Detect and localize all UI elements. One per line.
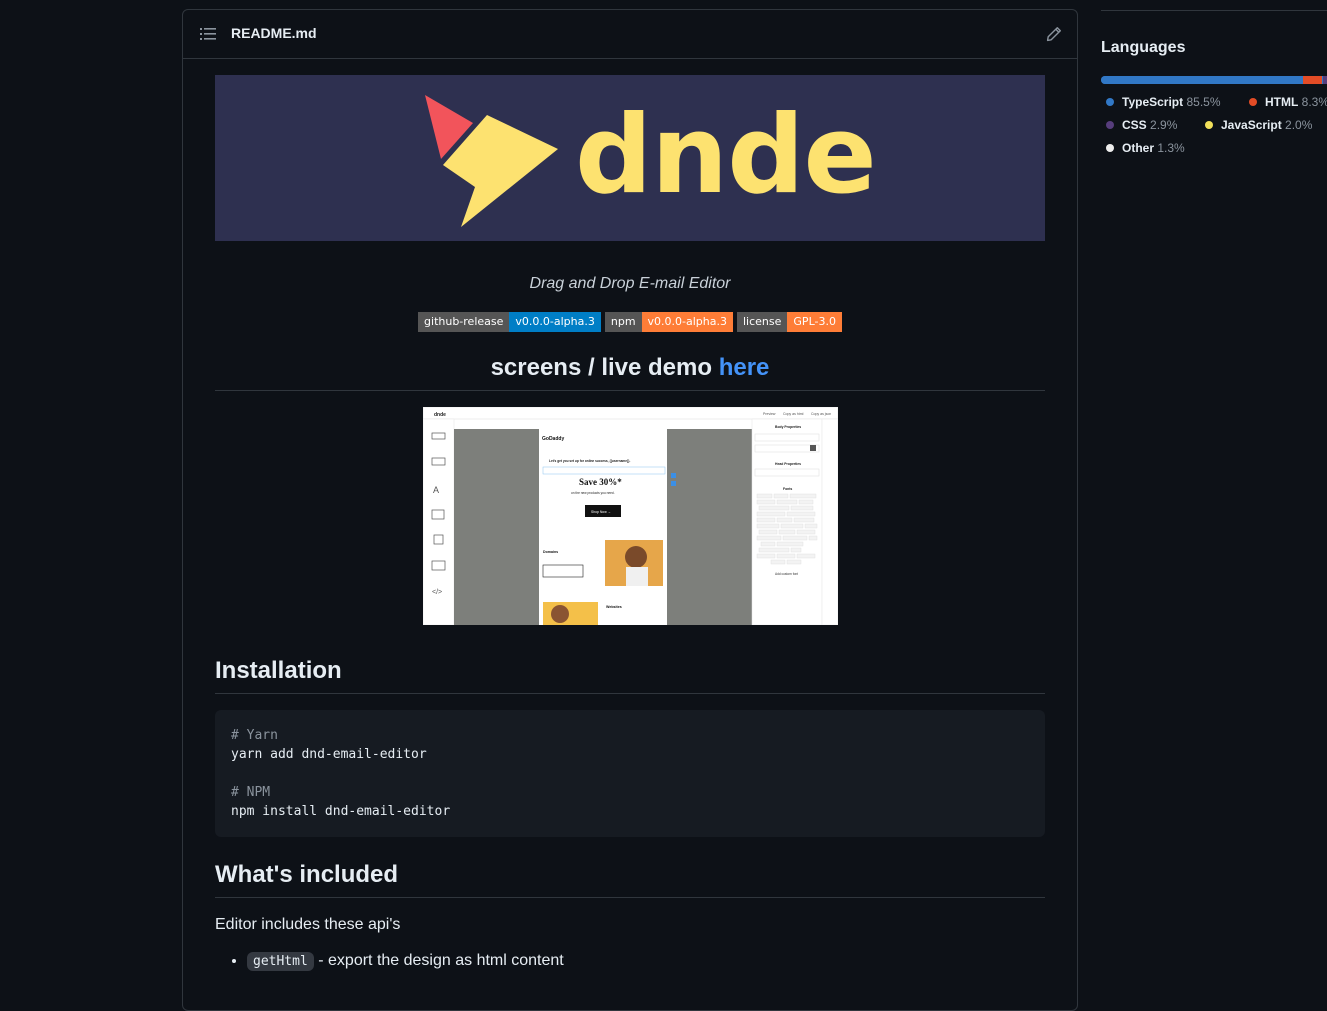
svg-text:Websites: Websites bbox=[606, 605, 622, 609]
badge-row: github-release v0.0.0-alpha.3 npm v0.0.0-a… bbox=[215, 312, 1045, 332]
svg-text:on the new products you need.: on the new products you need. bbox=[571, 491, 615, 495]
demo-link[interactable]: here bbox=[719, 354, 770, 381]
dnde-logo-mark-icon bbox=[425, 95, 558, 227]
api-list: getHtml - export the design as html cont… bbox=[215, 952, 1045, 971]
included-intro: Editor includes these api's bbox=[215, 916, 401, 933]
svg-text:Domains: Domains bbox=[543, 550, 558, 554]
language-item-html[interactable]: HTML 8.3% bbox=[1249, 95, 1327, 109]
svg-text:Head Properties: Head Properties bbox=[775, 462, 801, 466]
readme-panel: README.md dnde Drag and Drop E-mail Edit… bbox=[182, 9, 1078, 1011]
screenshot-app-title: dnde bbox=[434, 412, 446, 418]
svg-text:</>: </> bbox=[432, 589, 442, 596]
badge-github-release[interactable]: github-release v0.0.0-alpha.3 bbox=[418, 312, 601, 332]
javascript-dot-icon bbox=[1205, 121, 1213, 129]
svg-text:A: A bbox=[433, 485, 439, 495]
banner-logo-text: dnde bbox=[575, 93, 877, 218]
typescript-dot-icon bbox=[1106, 98, 1114, 106]
readme-filename: README.md bbox=[231, 25, 317, 41]
demo-heading: screens / live demo here bbox=[215, 354, 1045, 391]
list-icon[interactable] bbox=[200, 27, 216, 41]
svg-text:Body Properties: Body Properties bbox=[775, 425, 801, 429]
svg-text:Copy as json: Copy as json bbox=[811, 412, 831, 416]
language-list: TypeScript 85.5% HTML 8.3% CSS 2.9% Java… bbox=[1101, 95, 1327, 164]
svg-text:Copy as html: Copy as html bbox=[783, 412, 804, 416]
svg-text:Preview: Preview bbox=[763, 412, 776, 416]
readme-content: dnde Drag and Drop E-mail Editor github-… bbox=[215, 75, 1045, 971]
screenshot-brand: GoDaddy bbox=[542, 436, 564, 442]
included-heading: What's included bbox=[215, 861, 1045, 898]
html-dot-icon bbox=[1249, 98, 1257, 106]
code-line: # NPM bbox=[231, 785, 271, 800]
code-line: # Yarn bbox=[231, 728, 278, 743]
divider bbox=[1101, 10, 1327, 11]
install-code-block[interactable]: # Yarn yarn add dnd-email-editor # NPM n… bbox=[215, 710, 1045, 837]
installation-heading: Installation bbox=[215, 657, 1045, 694]
language-item-other[interactable]: Other 1.3% bbox=[1106, 141, 1185, 155]
css-dot-icon bbox=[1106, 121, 1114, 129]
other-dot-icon bbox=[1106, 144, 1114, 152]
language-bar-segment bbox=[1302, 76, 1323, 84]
svg-text:Fonts: Fonts bbox=[783, 487, 792, 491]
languages-title: Languages bbox=[1101, 39, 1186, 56]
repo-sidebar: Languages TypeScript 85.5% HTML 8.3% CSS… bbox=[1101, 10, 1327, 164]
list-item: getHtml - export the design as html cont… bbox=[247, 952, 1045, 971]
badge-license[interactable]: license GPL-3.0 bbox=[737, 312, 842, 332]
svg-text:Shop Now →: Shop Now → bbox=[591, 510, 611, 514]
language-bar-segment bbox=[1101, 76, 1302, 84]
language-item-javascript[interactable]: JavaScript 2.0% bbox=[1205, 118, 1312, 132]
project-banner: dnde bbox=[215, 75, 1045, 241]
pencil-icon[interactable] bbox=[1046, 26, 1062, 42]
editor-screenshot[interactable]: dnde Preview Copy as html Copy as json A… bbox=[422, 407, 838, 625]
language-item-typescript[interactable]: TypeScript 85.5% bbox=[1106, 95, 1221, 109]
api-code: getHtml bbox=[247, 952, 314, 971]
code-line: npm install dnd-email-editor bbox=[231, 804, 451, 819]
tagline: Drag and Drop E-mail Editor bbox=[529, 275, 731, 292]
code-line: yarn add dnd-email-editor bbox=[231, 747, 427, 762]
svg-text:Let's get you set up for onlin: Let's get you set up for online success,… bbox=[549, 459, 630, 463]
svg-text:Save 30%*: Save 30%* bbox=[579, 477, 622, 487]
svg-text:Add custom font: Add custom font bbox=[775, 572, 798, 576]
badge-npm[interactable]: npm v0.0.0-alpha.3 bbox=[604, 312, 733, 332]
language-item-css[interactable]: CSS 2.9% bbox=[1106, 118, 1177, 132]
readme-header: README.md bbox=[183, 10, 1077, 59]
language-bar bbox=[1101, 76, 1327, 84]
language-bar-segment bbox=[1323, 76, 1327, 84]
